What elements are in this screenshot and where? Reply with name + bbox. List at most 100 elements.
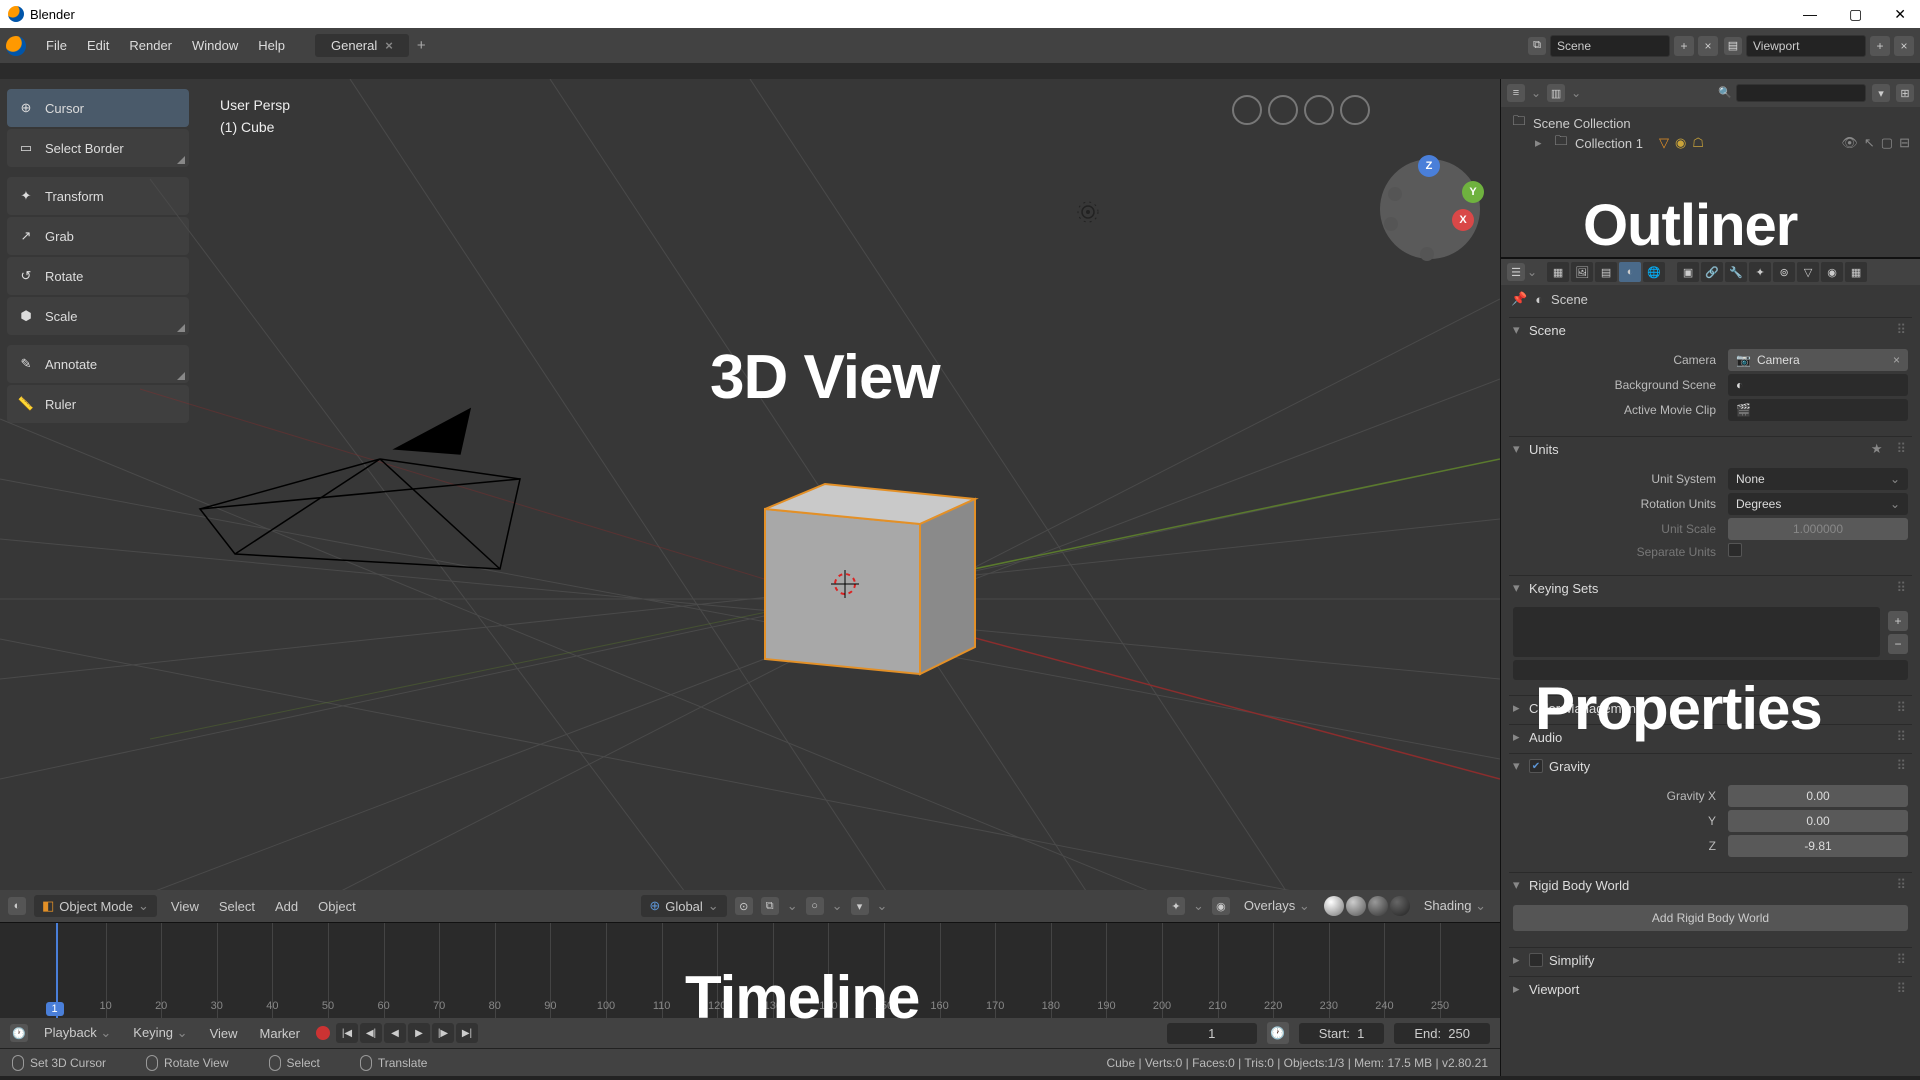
viewport-3d[interactable]: ⊕Cursor ▭Select Border ✦Transform ↗Grab … [0,79,1500,922]
outliner-display-icon[interactable]: ▥ [1547,84,1565,102]
menu-help[interactable]: Help [248,28,295,63]
view3d-menu-object[interactable]: Object [312,896,362,917]
menu-edit[interactable]: Edit [77,28,119,63]
shading-solid-icon[interactable] [1346,896,1366,916]
clear-icon[interactable]: × [1893,353,1900,367]
mode-dropdown[interactable]: ◧Object Mode⌄ [34,895,157,917]
tree-expand-icon[interactable]: ▸ [1535,135,1547,151]
app-icon[interactable] [6,36,26,56]
workspace-tab-general[interactable]: General × [315,34,409,57]
play-button[interactable]: ▶ [408,1023,430,1043]
outliner-row-collection[interactable]: ▸ 🗀 Collection 1 ▽ ◉ ☖ 👁 ↖ ▢ ⊟ [1511,133,1910,153]
panel-header-rigid[interactable]: ▾Rigid Body World⠿ [1509,872,1912,897]
prop-tab-texture-icon[interactable]: ▦ [1845,262,1867,282]
maximize-button[interactable]: ▢ [1843,4,1868,25]
gravity-y-field[interactable]: 0.00 [1728,810,1908,832]
menu-window[interactable]: Window [182,28,248,63]
panel-header-scene[interactable]: ▾Scene⠿ [1509,317,1912,342]
outliner-row-scene-collection[interactable]: 🗀 Scene Collection [1511,113,1910,133]
outliner-filter-icon[interactable]: ▾ [1872,84,1890,102]
prop-tab-constraint-icon[interactable]: 🔗 [1701,262,1723,282]
outliner-search-input[interactable] [1736,84,1866,102]
rotation-units-dropdown[interactable]: Degrees [1728,493,1908,515]
view3d-menu-select[interactable]: Select [213,896,261,917]
timeline-menu-keying[interactable]: Keying ⌄ [127,1022,193,1044]
add-rigid-body-button[interactable]: Add Rigid Body World [1513,905,1908,931]
view3d-menu-add[interactable]: Add [269,896,304,917]
unit-system-dropdown[interactable]: None [1728,468,1908,490]
overlays-toggle-icon[interactable]: ◉ [1212,897,1230,915]
scene-name-input[interactable] [1550,35,1670,57]
prop-tab-modifier-icon[interactable]: 🔧 [1725,262,1747,282]
keyframe-next-button[interactable]: |▶ [432,1023,454,1043]
unit-scale-field[interactable]: 1.000000 [1728,518,1908,540]
keying-remove-button[interactable]: − [1888,634,1908,654]
prop-tab-particle-icon[interactable]: ✦ [1749,262,1771,282]
prop-tab-physics-icon[interactable]: ⊚ [1773,262,1795,282]
current-frame-field[interactable]: 1 [1167,1023,1257,1044]
viewlayer-add-button[interactable]: + [1870,36,1890,56]
shading-wireframe-icon[interactable] [1324,896,1344,916]
prop-tab-object-icon[interactable]: ▣ [1677,262,1699,282]
gizmo-toggle-icon[interactable]: ✦ [1167,897,1185,915]
play-reverse-button[interactable]: ◀ [384,1023,406,1043]
prop-tab-world-icon[interactable]: 🌐 [1643,262,1665,282]
keyframe-prev-button[interactable]: ◀| [360,1023,382,1043]
panel-header-keying[interactable]: ▾Keying Sets⠿ [1509,575,1912,600]
minimize-button[interactable]: — [1797,4,1823,25]
scene-camera-field[interactable]: 📷Camera× [1728,349,1908,371]
menu-render[interactable]: Render [119,28,182,63]
panel-header-viewport[interactable]: ▸Viewport⠿ [1509,976,1912,1001]
keying-sets-list[interactable] [1513,607,1880,657]
view3d-menu-view[interactable]: View [165,896,205,917]
menu-file[interactable]: File [36,28,77,63]
start-frame-field[interactable]: Start: 1 [1299,1023,1385,1044]
shading-mode-buttons[interactable] [1324,896,1410,916]
workspace-close-icon[interactable]: × [385,38,393,53]
timeline-menu-view[interactable]: View [204,1023,244,1044]
autokey-button[interactable] [316,1023,334,1043]
separate-units-checkbox[interactable] [1728,543,1742,557]
movie-clip-field[interactable]: 🎬 [1728,399,1908,421]
outliner-editor-icon[interactable]: ≡ [1507,84,1525,102]
timeline-editor-icon[interactable]: 🕐 [10,1024,28,1042]
properties-editor-icon[interactable]: ☰ [1507,263,1525,281]
panel-header-units[interactable]: ▾Units★⠿ [1509,436,1912,461]
shading-dropdown[interactable]: Shading ⌄ [1418,895,1492,917]
scene-browse-icon[interactable]: ⧉ [1528,37,1546,55]
snap-icon[interactable]: ⧉ [761,897,779,915]
gravity-z-field[interactable]: -9.81 [1728,835,1908,857]
overlays-dropdown[interactable]: Overlays ⌄ [1238,895,1316,917]
gravity-checkbox[interactable] [1529,759,1543,773]
gravity-x-field[interactable]: 0.00 [1728,785,1908,807]
bg-scene-field[interactable]: ◐ [1728,374,1908,396]
panel-header-gravity[interactable]: ▾Gravity⠿ [1509,753,1912,778]
close-button[interactable]: ✕ [1888,4,1912,25]
exclude-icon[interactable]: ▢ [1881,135,1893,151]
timeline-menu-marker[interactable]: Marker [254,1023,306,1044]
viewlayer-name-input[interactable] [1746,35,1866,57]
timeline-playhead[interactable] [56,923,58,1018]
filter-icon[interactable]: ▾ [851,897,869,915]
shading-lookdev-icon[interactable] [1368,896,1388,916]
pin-icon[interactable]: 📌 [1511,291,1527,307]
orientation-dropdown[interactable]: ⊕Global⌄ [641,895,726,917]
pivot-icon[interactable]: ⊙ [735,897,753,915]
add-workspace-button[interactable]: + [409,33,434,58]
visibility-icon[interactable]: 👁 [1841,135,1858,151]
scene-add-button[interactable]: + [1674,36,1694,56]
holdout-icon[interactable]: ⊟ [1899,135,1910,151]
jump-end-button[interactable]: ▶| [456,1023,478,1043]
prop-tab-output-icon[interactable]: 🖼 [1571,262,1593,282]
scene-remove-button[interactable]: × [1698,36,1718,56]
prop-tab-scene-icon[interactable]: ◐ [1619,262,1641,282]
viewlayer-remove-button[interactable]: × [1894,36,1914,56]
simplify-checkbox[interactable] [1529,953,1543,967]
selectable-icon[interactable]: ↖ [1864,135,1875,151]
end-frame-field[interactable]: End: 250 [1394,1023,1490,1044]
panel-header-simplify[interactable]: ▸Simplify⠿ [1509,947,1912,972]
outliner-new-collection-icon[interactable]: ⊞ [1896,84,1914,102]
prop-tab-material-icon[interactable]: ◉ [1821,262,1843,282]
editor-type-icon[interactable]: ◐ [8,897,26,915]
shading-rendered-icon[interactable] [1390,896,1410,916]
